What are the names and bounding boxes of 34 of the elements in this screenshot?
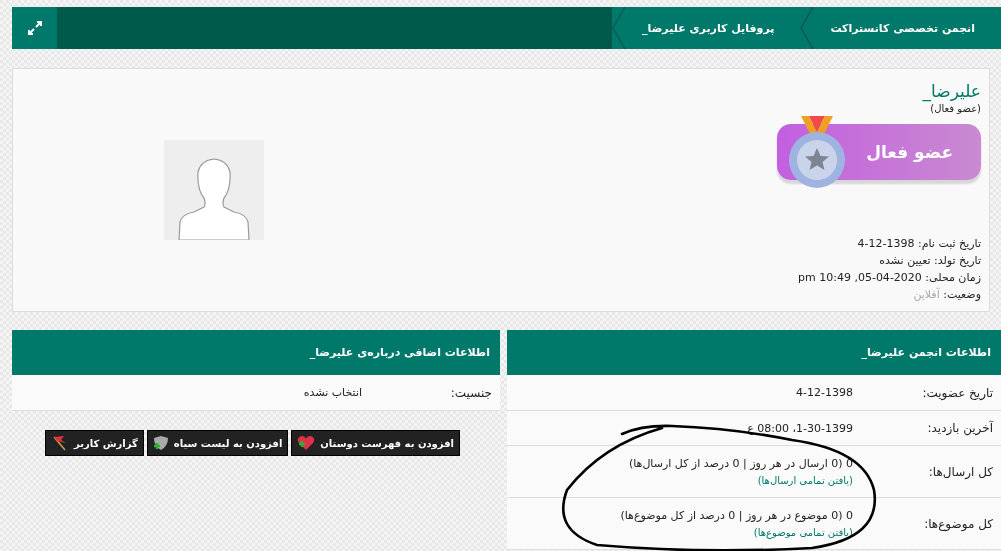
badge-label: عضو فعال xyxy=(866,142,953,162)
detail-label: تاریخ تولد: xyxy=(934,254,981,267)
breadcrumb-link[interactable]: انجمن تخصصی کانستراکت xyxy=(814,7,1001,49)
search-link[interactable]: (یافتن تمامی موضوع‌ها) xyxy=(620,527,853,538)
shield-icon xyxy=(152,435,169,451)
action-button[interactable]: افزودن به لیست سیاه xyxy=(146,430,289,456)
field-label: کل موضوع‌ها: xyxy=(923,516,993,531)
field-label: کل ارسال‌ها: xyxy=(927,464,993,479)
detail-value: 1398-12-4 xyxy=(857,237,915,250)
user-title: (عضو فعال) xyxy=(930,103,981,114)
action-button[interactable]: افزودن به فهرست دوستان xyxy=(291,430,460,456)
panel-title: اطلاعات انجمن علیرضا_ xyxy=(507,330,1001,375)
detail-value: 2020-04-05, 10:49 pm xyxy=(798,271,922,284)
status-value: آفلاین xyxy=(913,288,940,301)
heart-icon xyxy=(297,435,316,451)
field-value: انتخاب نشده xyxy=(303,386,362,399)
field-value: 0 (0 موضوع در هر روز | 0 درصد از کل موضوع‌ها) xyxy=(620,509,853,522)
expand-icon xyxy=(27,21,42,35)
field-label: آخرین بازدید: xyxy=(926,421,993,435)
detail-value: تعیین نشده xyxy=(879,254,931,267)
username: علیرضا_ xyxy=(922,81,981,101)
field-label: جنسیت: xyxy=(449,385,492,400)
search-link[interactable]: (یافتن تمامی ارسال‌ها) xyxy=(628,475,853,486)
action-button[interactable]: گزارش کاربر xyxy=(45,430,144,456)
flag-icon xyxy=(51,435,69,451)
detail-label: تاریخ ثبت نام: xyxy=(918,237,981,250)
chevron-icon xyxy=(612,7,627,49)
detail-label: زمان محلی: xyxy=(925,271,981,284)
field-label: تاریخ عضویت: xyxy=(921,385,993,400)
chevron-icon xyxy=(800,7,815,49)
panel-title: اطلاعات اضافی درباره‌ی علیرضا_ xyxy=(12,330,500,375)
breadcrumb-link[interactable]: پروفایل کاربری علیرضا_ xyxy=(626,7,801,49)
detail-label: وضعیت: xyxy=(943,288,981,301)
field-value: 4-12-1398 xyxy=(796,386,853,399)
